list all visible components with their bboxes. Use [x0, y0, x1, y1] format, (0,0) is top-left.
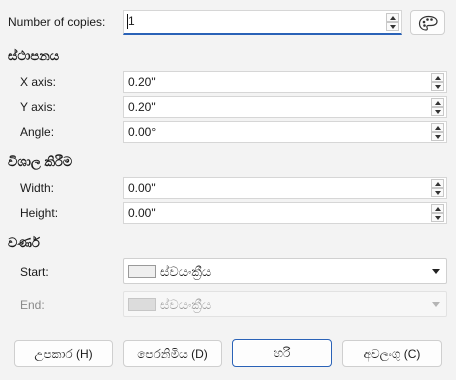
height-decrement[interactable]	[431, 213, 444, 222]
start-color-dropdown[interactable]: ස්වයංක්‍රීය	[123, 258, 447, 284]
ok-button[interactable]: හරි	[232, 339, 332, 367]
width-label: Width:	[20, 181, 55, 195]
y-axis-label: Y axis:	[20, 100, 56, 114]
angle-value: 0.00°	[128, 125, 157, 139]
y-axis-decrement[interactable]	[431, 107, 444, 116]
palette-button[interactable]	[410, 10, 445, 35]
copies-label: Number of copies:	[8, 15, 106, 29]
palette-icon	[418, 15, 438, 31]
copies-value: 1	[128, 14, 135, 28]
width-value: 0.00"	[128, 181, 156, 195]
width-decrement[interactable]	[431, 188, 444, 197]
angle-label: Angle:	[20, 125, 55, 139]
height-increment[interactable]	[431, 204, 444, 213]
start-color-swatch	[128, 265, 156, 278]
chevron-down-icon	[432, 302, 440, 307]
height-label: Height:	[20, 206, 59, 220]
x-axis-spin[interactable]: 0.20"	[123, 71, 447, 93]
width-spin[interactable]: 0.00"	[123, 177, 447, 199]
x-axis-label: X axis:	[20, 75, 57, 89]
chevron-down-icon	[432, 269, 440, 274]
start-color-value: ස්වයංක්‍රීය	[160, 264, 212, 279]
reset-button[interactable]: පෙරනිමිය (D)	[123, 340, 222, 367]
x-axis-increment[interactable]	[431, 73, 444, 82]
y-axis-increment[interactable]	[431, 98, 444, 107]
end-color-swatch	[128, 298, 156, 311]
angle-spin[interactable]: 0.00°	[123, 121, 447, 143]
help-button[interactable]: උපකාර (H)	[14, 340, 113, 367]
x-axis-decrement[interactable]	[431, 82, 444, 91]
copies-decrement[interactable]	[386, 22, 399, 31]
angle-decrement[interactable]	[431, 132, 444, 141]
end-color-dropdown[interactable]: ස්වයංක්‍රීය	[123, 291, 447, 317]
x-axis-value: 0.20"	[128, 75, 156, 89]
colors-heading: වර්ණ	[8, 235, 40, 250]
y-axis-spin[interactable]: 0.20"	[123, 96, 447, 118]
y-axis-value: 0.20"	[128, 100, 156, 114]
height-spin[interactable]: 0.00"	[123, 202, 447, 224]
copies-spin[interactable]: 1	[123, 10, 402, 35]
height-value: 0.00"	[128, 206, 156, 220]
angle-increment[interactable]	[431, 123, 444, 132]
copies-increment[interactable]	[386, 13, 399, 22]
cancel-button[interactable]: අවලංගු (C)	[342, 340, 442, 367]
start-color-label: Start:	[20, 265, 49, 279]
width-increment[interactable]	[431, 179, 444, 188]
enlargement-heading: විශාල කිරීම	[8, 154, 73, 169]
end-color-value: ස්වයංක්‍රීය	[160, 297, 212, 312]
placement-heading: ස්ථාපනය	[8, 48, 60, 63]
end-color-label: End:	[20, 298, 45, 312]
